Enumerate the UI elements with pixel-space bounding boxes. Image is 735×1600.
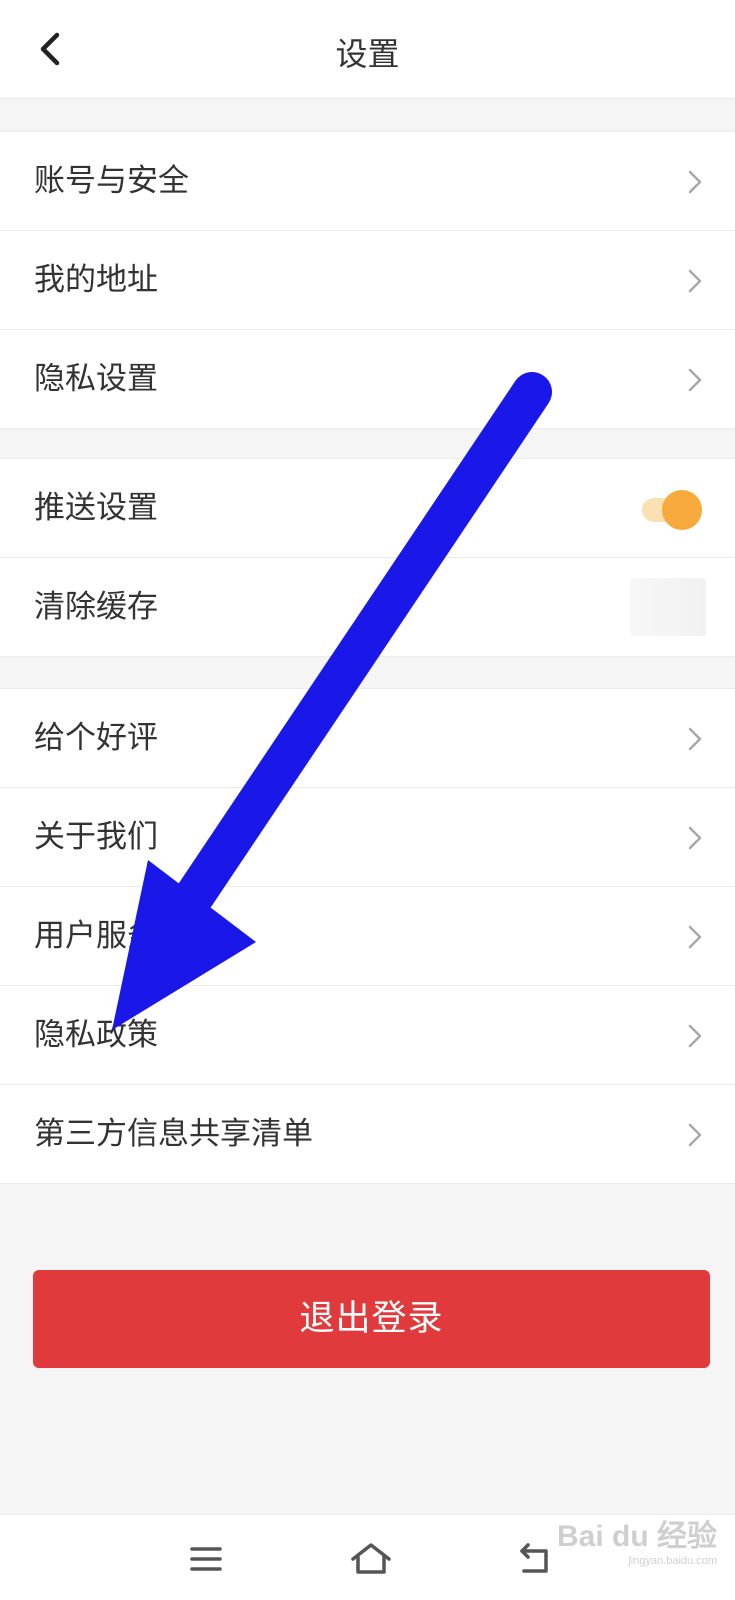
row-label: 第三方信息共享清单 (34, 1116, 313, 1152)
settings-row-rate-us[interactable]: 给个好评 (0, 689, 735, 788)
chevron-right-icon (688, 727, 702, 751)
settings-row-third-party-sharing[interactable]: 第三方信息共享清单 (0, 1085, 735, 1183)
cache-size-value (630, 578, 706, 636)
row-label: 账号与安全 (34, 163, 189, 199)
row-label: 我的地址 (34, 262, 158, 298)
logout-button[interactable]: 退出登录 (33, 1270, 710, 1368)
chevron-right-icon (688, 1123, 702, 1147)
baidu-watermark: Bai du 经验 jingyan.baidu.com (557, 1520, 717, 1568)
chevron-right-icon (688, 1024, 702, 1048)
nav-menu-button[interactable] (178, 1531, 234, 1587)
settings-group-account: 账号与安全 我的地址 隐私设置 (0, 131, 735, 429)
chevron-right-icon (688, 269, 702, 293)
row-label: 用户服务协议 (34, 918, 220, 954)
settings-row-privacy-settings[interactable]: 隐私设置 (0, 330, 735, 428)
row-label: 清除缓存 (34, 589, 158, 625)
settings-row-privacy-policy[interactable]: 隐私政策 (0, 986, 735, 1085)
settings-screen: 设置 账号与安全 我的地址 隐私设置 推送设置 清除缓存 给个好评 关于我们 用… (0, 0, 735, 1600)
menu-icon (190, 1547, 222, 1571)
chevron-right-icon (688, 925, 702, 949)
row-label: 给个好评 (34, 720, 158, 756)
watermark-url: jingyan.baidu.com (628, 1555, 717, 1567)
settings-row-user-agreement[interactable]: 用户服务协议 (0, 887, 735, 986)
home-icon (351, 1543, 391, 1574)
row-label: 关于我们 (34, 819, 158, 855)
row-label: 推送设置 (34, 490, 158, 526)
chevron-right-icon (688, 170, 702, 194)
settings-row-about-us[interactable]: 关于我们 (0, 788, 735, 887)
row-label: 隐私政策 (34, 1017, 158, 1053)
back-nav-icon (520, 1543, 548, 1573)
row-label: 隐私设置 (34, 361, 158, 397)
header-bar: 设置 (0, 0, 735, 99)
push-toggle[interactable] (640, 490, 704, 530)
settings-row-my-address[interactable]: 我的地址 (0, 231, 735, 330)
settings-group-system: 推送设置 清除缓存 (0, 458, 735, 657)
chevron-right-icon (688, 826, 702, 850)
nav-home-button[interactable] (343, 1531, 399, 1587)
settings-row-push-settings: 推送设置 (0, 459, 735, 558)
chevron-right-icon (688, 368, 702, 392)
nav-back-button[interactable] (508, 1531, 564, 1587)
watermark-logo: Bai du 经验 (556, 1520, 717, 1553)
settings-group-about: 给个好评 关于我们 用户服务协议 隐私政策 第三方信息共享清单 (0, 688, 735, 1184)
toggle-knob (662, 490, 702, 530)
settings-row-account-security[interactable]: 账号与安全 (0, 132, 735, 231)
page-title: 设置 (335, 35, 400, 73)
settings-row-clear-cache[interactable]: 清除缓存 (0, 558, 735, 656)
back-button[interactable] (22, 22, 76, 76)
chevron-left-icon (40, 32, 60, 66)
